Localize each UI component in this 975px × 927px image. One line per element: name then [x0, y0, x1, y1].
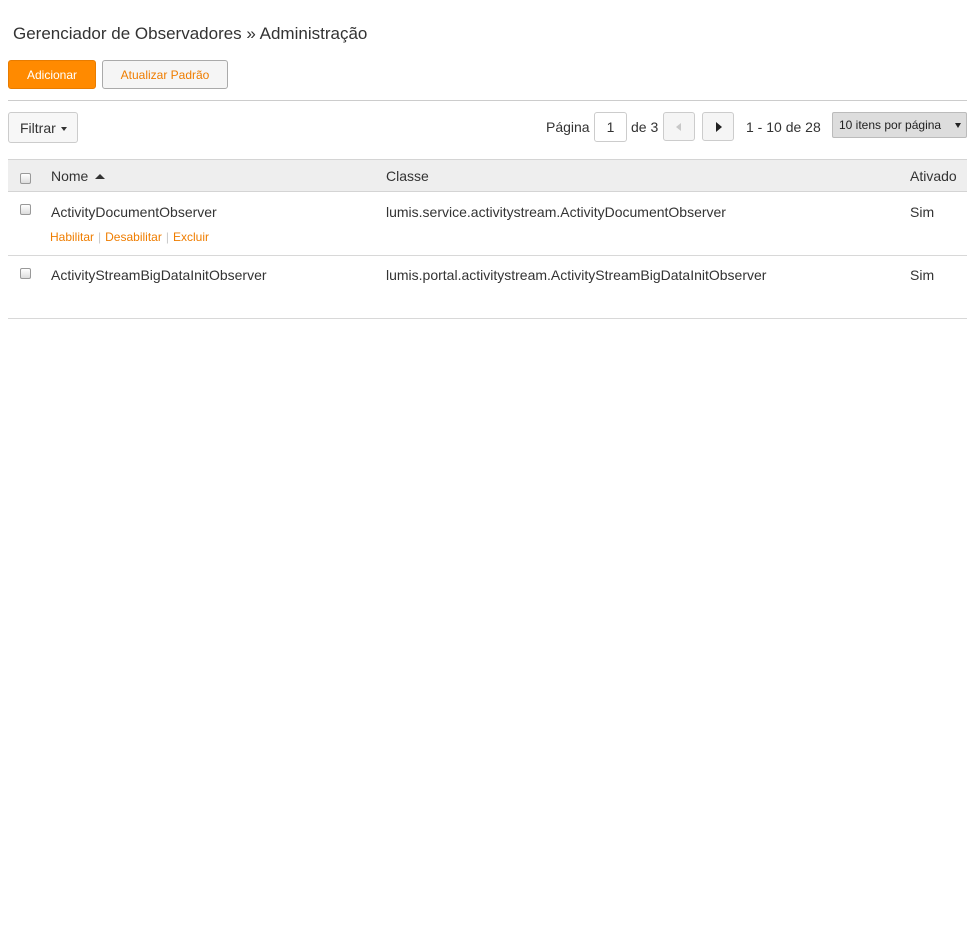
row-class: lumis.service.activitystream.ActivityDoc… — [386, 204, 726, 220]
select-all-checkbox[interactable] — [20, 173, 31, 184]
row-checkbox[interactable] — [20, 268, 31, 279]
row-name: ActivityStreamBigDataInitObserver — [51, 267, 267, 283]
column-header-enabled[interactable]: Ativado — [910, 168, 957, 184]
column-header-class[interactable]: Classe — [386, 168, 429, 184]
row-enabled: Sim — [910, 267, 935, 283]
next-page-button[interactable] — [702, 112, 734, 141]
delete-link[interactable]: Excluir — [173, 230, 209, 244]
page-number-input[interactable]: 1 — [594, 112, 627, 142]
update-default-button[interactable]: Atualizar Padrão — [102, 60, 228, 89]
disable-link[interactable]: Desabilitar — [105, 230, 162, 244]
items-per-page-select[interactable]: 10 itens por página — [832, 112, 967, 138]
add-button[interactable]: Adicionar — [8, 60, 96, 89]
column-header-name[interactable]: Nome — [51, 168, 106, 184]
row-actions: Habilitar | Desabilitar | Excluir — [50, 230, 209, 244]
caret-down-icon — [61, 127, 67, 131]
filter-button[interactable]: Filtrar — [8, 112, 78, 143]
table-header: Nome Classe Ativado — [8, 159, 967, 192]
row-name: ActivityDocumentObserver — [51, 204, 217, 220]
page-title: Gerenciador de Observadores » Administra… — [13, 24, 368, 43]
sort-ascending-icon — [95, 174, 106, 179]
toolbar-divider — [8, 100, 967, 101]
action-separator: | — [98, 230, 102, 244]
column-header-name-label: Nome — [51, 168, 89, 184]
results-range: 1 - 10 de 28 — [746, 119, 821, 135]
row-class: lumis.portal.activitystream.ActivityStre… — [386, 267, 767, 283]
action-separator: | — [165, 230, 169, 244]
row-checkbox[interactable] — [20, 204, 31, 215]
prev-page-icon — [676, 123, 681, 131]
filter-label: Filtrar — [20, 119, 56, 136]
next-page-icon — [716, 122, 722, 132]
table-row: ActivityStreamBigDataInitObserver lumis.… — [8, 256, 967, 319]
select-caret-icon — [955, 123, 961, 128]
row-enabled: Sim — [910, 204, 935, 220]
page-total-label: de 3 — [631, 119, 659, 135]
enable-link[interactable]: Habilitar — [50, 230, 94, 244]
page-label: Página — [546, 119, 590, 135]
items-per-page-value: 10 itens por página — [839, 118, 942, 132]
table-row: ActivityDocumentObserver lumis.service.a… — [8, 192, 967, 256]
prev-page-button[interactable] — [663, 112, 695, 141]
